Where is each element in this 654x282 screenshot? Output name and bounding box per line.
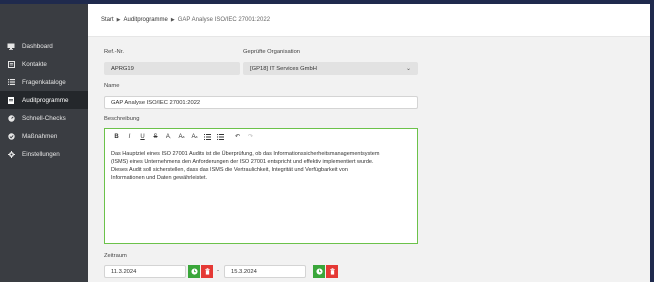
- bullet-list-icon: [217, 133, 224, 140]
- end-date-delete-button[interactable]: [326, 265, 338, 278]
- ordered-list-button[interactable]: [202, 131, 213, 142]
- sidebar-item-label: Fragenkataloge: [22, 78, 66, 86]
- breadcrumb-start[interactable]: Start: [101, 17, 114, 23]
- page-header: Start ▶ Auditprogramme ▶ GAP Analyse ISO…: [88, 4, 650, 37]
- sidebar-item-auditprogramme[interactable]: Auditprogramme: [0, 91, 88, 109]
- trash-icon: [329, 268, 335, 275]
- description-editor[interactable]: B I U S A, Aa Aa ↶ ↷ Das Hauptziel eines…: [104, 128, 418, 244]
- name-value: GAP Analyse ISO/IEC 27001:2022: [111, 99, 201, 106]
- description-line: Dieses Audit soll sicherstellen, dass da…: [111, 167, 348, 174]
- subscript-button[interactable]: Aa: [189, 131, 200, 142]
- description-line: (ISMS) eines Unternehmens den Anforderun…: [111, 159, 374, 166]
- chevron-right-icon: ▶: [116, 17, 121, 23]
- end-date-value: 15.3.2024: [231, 268, 257, 275]
- sidebar-item-label: Dashboard: [22, 42, 53, 50]
- underline-button[interactable]: U: [137, 131, 148, 142]
- breadcrumb: Start ▶ Auditprogramme ▶ GAP Analyse ISO…: [101, 17, 270, 23]
- contact-card-icon: [6, 60, 16, 68]
- sidebar-item-label: Kontakte: [22, 60, 47, 68]
- date-range-separator: -: [217, 268, 219, 274]
- gear-icon: [6, 150, 16, 158]
- sidebar-item-label: Schnell-Checks: [22, 114, 66, 122]
- description-text[interactable]: Das Hauptziel eines ISO 27001 Audits ist…: [105, 144, 417, 182]
- undo-button[interactable]: ↶: [232, 131, 243, 142]
- end-date-input[interactable]: 15.3.2024: [224, 265, 306, 278]
- clock-icon: [315, 268, 323, 275]
- start-date-delete-button[interactable]: [201, 265, 213, 278]
- chevron-down-icon: ⌄: [405, 66, 411, 72]
- strikethrough-button[interactable]: S: [150, 131, 161, 142]
- name-label: Name: [104, 83, 120, 89]
- start-date-input[interactable]: 11.3.2024: [104, 265, 186, 278]
- bullet-list-button[interactable]: [215, 131, 226, 142]
- chevron-right-icon: ▶: [170, 17, 175, 23]
- list-icon: [6, 79, 16, 85]
- description-label: Beschreibung: [104, 116, 140, 122]
- gauge-icon: [6, 114, 16, 122]
- organisation-label: Geprüfte Organisation: [243, 49, 301, 55]
- ref-label: Ref.-Nr.: [104, 49, 124, 55]
- description-line: Informationen und Daten gewährleistet.: [111, 175, 208, 182]
- superscript-button[interactable]: Aa: [176, 131, 187, 142]
- editor-toolbar: B I U S A, Aa Aa ↶ ↷: [105, 129, 417, 144]
- italic-button[interactable]: I: [124, 131, 135, 142]
- monitor-icon: [6, 43, 16, 50]
- breadcrumb-current: GAP Analyse ISO/IEC 27001:2022: [177, 17, 271, 23]
- sidebar-item-label: Einstellungen: [22, 150, 60, 158]
- sidebar-item-massnahmen[interactable]: Maßnahmen: [0, 127, 88, 145]
- sidebar-item-kontakte[interactable]: Kontakte: [0, 55, 88, 73]
- period-label: Zeitraum: [104, 253, 127, 259]
- sidebar-item-einstellungen[interactable]: Einstellungen: [0, 145, 88, 163]
- main-content: Ref.-Nr. APRG19 Geprüfte Organisation [G…: [88, 37, 650, 282]
- start-date-value: 11.3.2024: [111, 268, 137, 275]
- ref-field: APRG19: [104, 62, 240, 75]
- sidebar-item-schnell-checks[interactable]: Schnell-Checks: [0, 109, 88, 127]
- sidebar-item-fragenkataloge[interactable]: Fragenkataloge: [0, 73, 88, 91]
- organisation-select[interactable]: [GP18] IT Services GmbH ⌄: [243, 62, 418, 75]
- window-frame-right: [650, 0, 654, 282]
- sidebar-item-label: Maßnahmen: [22, 132, 58, 140]
- font-size-button[interactable]: A,: [163, 131, 174, 142]
- sidebar-item-dashboard[interactable]: Dashboard: [0, 37, 88, 55]
- ref-value: APRG19: [111, 65, 134, 72]
- document-icon: [6, 96, 16, 104]
- organisation-value: [GP18] IT Services GmbH: [250, 65, 317, 72]
- description-line: Das Hauptziel eines ISO 27001 Audits ist…: [111, 151, 380, 157]
- breadcrumb-auditprogramme[interactable]: Auditprogramme: [124, 17, 168, 23]
- end-date-clock-button[interactable]: [313, 265, 325, 278]
- bold-button[interactable]: B: [111, 131, 122, 142]
- name-input[interactable]: GAP Analyse ISO/IEC 27001:2022: [104, 96, 418, 109]
- redo-button[interactable]: ↷: [245, 131, 256, 142]
- sidebar: Dashboard Kontakte Fragenkataloge Auditp…: [0, 4, 88, 282]
- start-date-clock-button[interactable]: [188, 265, 200, 278]
- trash-icon: [204, 268, 210, 275]
- check-circle-icon: [6, 132, 16, 140]
- ordered-list-icon: [204, 133, 211, 140]
- clock-icon: [190, 268, 198, 275]
- sidebar-item-label: Auditprogramme: [22, 96, 69, 104]
